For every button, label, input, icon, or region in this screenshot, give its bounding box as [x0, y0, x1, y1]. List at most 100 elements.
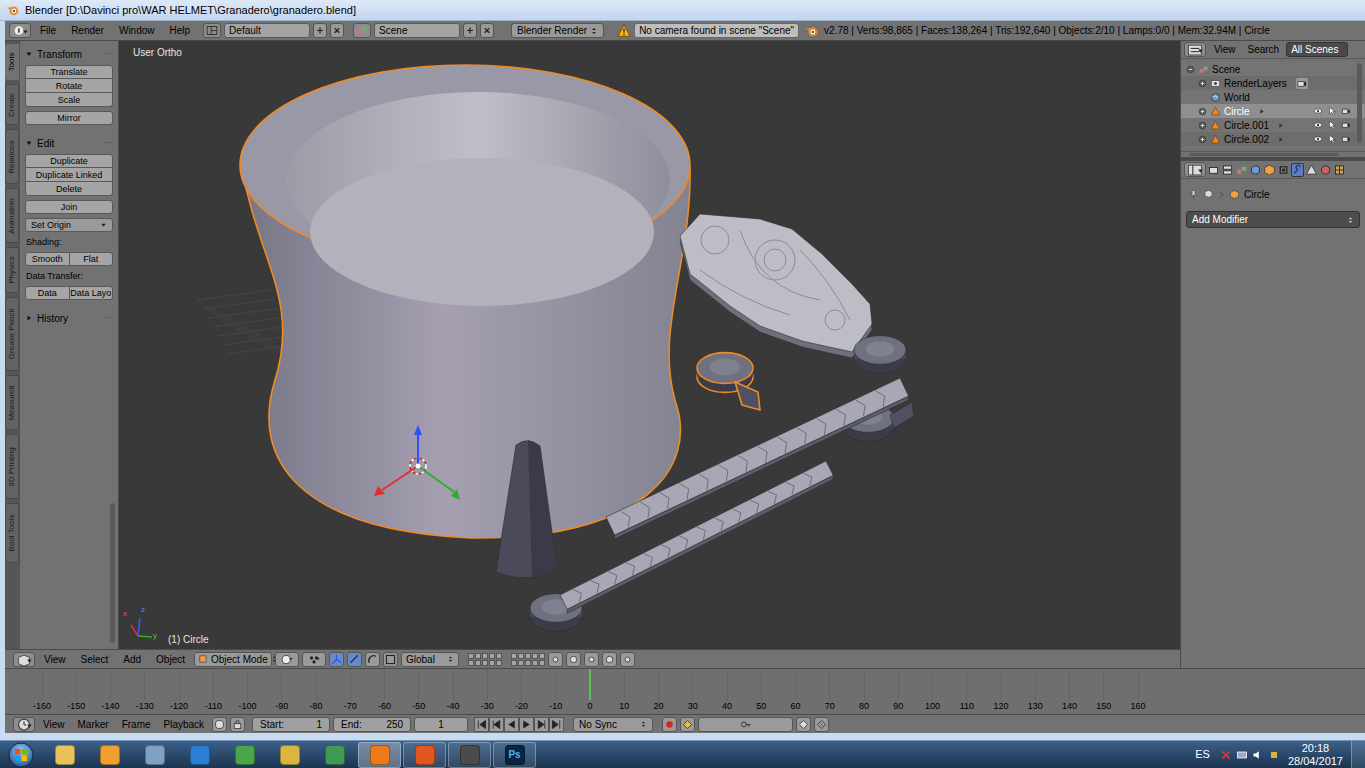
add-modifier-dropdown[interactable]: Add Modifier	[1186, 211, 1360, 228]
properties-tab-icon[interactable]	[1305, 163, 1318, 177]
taskbar-app[interactable]	[313, 742, 356, 768]
show-desktop-button[interactable]	[1351, 741, 1365, 768]
scroll-thumb[interactable]	[1189, 153, 1339, 156]
menu-item[interactable]: File	[34, 21, 62, 40]
knob[interactable]	[697, 353, 760, 410]
layer-button[interactable]	[525, 653, 531, 659]
clock[interactable]: 20:1828/04/2017	[1288, 742, 1343, 768]
layer-button[interactable]	[511, 653, 517, 659]
network-icon[interactable]	[1236, 749, 1248, 761]
tool-button[interactable]: Join	[25, 200, 113, 214]
expand-toggle-icon[interactable]	[1198, 107, 1207, 116]
menu-item[interactable]: View	[1209, 42, 1241, 57]
pivot-point-icon[interactable]	[302, 652, 326, 667]
render-engine-dropdown[interactable]: Blender Render	[511, 23, 604, 38]
current-frame-field[interactable]: 1	[414, 717, 468, 732]
taskbar-app[interactable]	[403, 742, 446, 768]
tool-button[interactable]: Duplicate	[25, 154, 113, 168]
display-mode-dropdown[interactable]: All Scenes	[1286, 42, 1348, 57]
layer-buttons[interactable]	[511, 653, 545, 666]
layer-button[interactable]	[532, 660, 538, 666]
layer-button[interactable]	[482, 653, 488, 659]
shelf-scrollbar[interactable]	[110, 503, 115, 643]
add-scene-icon[interactable]	[463, 23, 477, 38]
taskbar-app[interactable]	[223, 742, 266, 768]
snap-icon[interactable]	[566, 652, 581, 667]
start-frame-field[interactable]: Start:1	[252, 717, 330, 732]
tool-tab[interactable]: 3D Printing	[5, 434, 19, 499]
expand-toggle-icon[interactable]	[1198, 135, 1207, 144]
menu-item[interactable]: Playback	[159, 717, 210, 732]
layer-button[interactable]	[475, 660, 481, 666]
playback-button-icon[interactable]	[489, 717, 504, 732]
menu-item[interactable]: Marker	[73, 717, 114, 732]
layer-button[interactable]	[468, 653, 474, 659]
taskbar-app[interactable]: Ps	[493, 742, 536, 768]
menu-item[interactable]: View	[38, 717, 70, 732]
preview-range-icon[interactable]	[212, 717, 227, 732]
sync-dropdown[interactable]: No Sync	[573, 717, 653, 732]
tool-tab[interactable]: Grease Pencil	[5, 297, 19, 371]
outliner-row[interactable]: RenderLayers	[1181, 76, 1365, 90]
layout-field[interactable]: Default	[224, 23, 310, 38]
taskbar-app[interactable]	[43, 742, 86, 768]
tool-button[interactable]: Rotate	[25, 79, 113, 93]
taskbar-app[interactable]	[133, 742, 176, 768]
camera-icon[interactable]	[1341, 120, 1351, 130]
layer-button[interactable]	[539, 660, 545, 666]
tray-app-icon[interactable]	[1268, 749, 1280, 761]
eye-icon[interactable]	[1313, 134, 1323, 144]
3d-view-editor-icon[interactable]	[13, 652, 35, 667]
properties-tab-icon[interactable]	[1235, 163, 1248, 177]
outliner-editor-icon[interactable]	[1184, 42, 1206, 57]
playback-button-icon[interactable]	[549, 717, 564, 732]
tool-tab[interactable]: Measureit	[5, 375, 19, 430]
end-frame-field[interactable]: End:250	[333, 717, 411, 732]
add-layout-icon[interactable]	[313, 23, 327, 38]
tool-button[interactable]: Flat	[70, 252, 114, 266]
cursor-icon[interactable]	[1327, 106, 1337, 116]
menu-item[interactable]: Render	[65, 21, 110, 40]
playback-button-icon[interactable]	[534, 717, 549, 732]
layer-button[interactable]	[511, 660, 517, 666]
layer-button[interactable]	[489, 660, 495, 666]
pin-icon[interactable]	[1188, 189, 1199, 200]
layout-icon[interactable]	[203, 23, 221, 38]
layer-button[interactable]	[496, 660, 502, 666]
playback-button-icon[interactable]	[519, 717, 534, 732]
taskbar-app[interactable]	[178, 742, 221, 768]
menu-item[interactable]: Frame	[117, 717, 156, 732]
tool-button[interactable]: Scale	[25, 93, 113, 107]
set-origin-dropdown[interactable]: Set Origin	[25, 218, 113, 232]
input-language[interactable]: ES	[1195, 746, 1210, 763]
start-button-icon[interactable]	[8, 742, 34, 768]
rotate-manipulator-icon[interactable]	[365, 652, 380, 667]
tool-tab[interactable]: Animation	[5, 188, 19, 243]
properties-tab-icon[interactable]	[1319, 163, 1332, 177]
helmet-body[interactable]	[240, 65, 690, 538]
layer-button[interactable]	[518, 660, 524, 666]
cursor-icon[interactable]	[1327, 134, 1337, 144]
outliner-row[interactable]: Scene	[1181, 62, 1365, 76]
keyframe-icon[interactable]	[680, 717, 695, 732]
volume-icon[interactable]	[1252, 749, 1264, 761]
timeline-editor-icon[interactable]	[13, 717, 35, 732]
tool-button[interactable]: Mirror	[25, 111, 113, 125]
strap[interactable]	[560, 461, 833, 613]
plume-cone[interactable]	[496, 440, 557, 578]
snap-target-icon[interactable]	[584, 652, 599, 667]
properties-tab-icon[interactable]	[1207, 163, 1220, 177]
layer-button[interactable]	[518, 653, 524, 659]
scale-manipulator-icon[interactable]	[383, 652, 398, 667]
proportional-icon[interactable]	[602, 652, 617, 667]
layer-button[interactable]	[468, 660, 474, 666]
outliner-row[interactable]: World	[1181, 90, 1365, 104]
tool-tab[interactable]: Relations	[5, 129, 19, 184]
emblem-plate[interactable]	[680, 214, 872, 358]
info-editor-icon[interactable]	[9, 23, 31, 38]
record-icon[interactable]	[662, 717, 677, 732]
menu-item[interactable]: Help	[164, 21, 197, 40]
eye-icon[interactable]	[1313, 106, 1323, 116]
properties-tab-icon[interactable]	[1291, 163, 1304, 177]
layer-button[interactable]	[525, 660, 531, 666]
